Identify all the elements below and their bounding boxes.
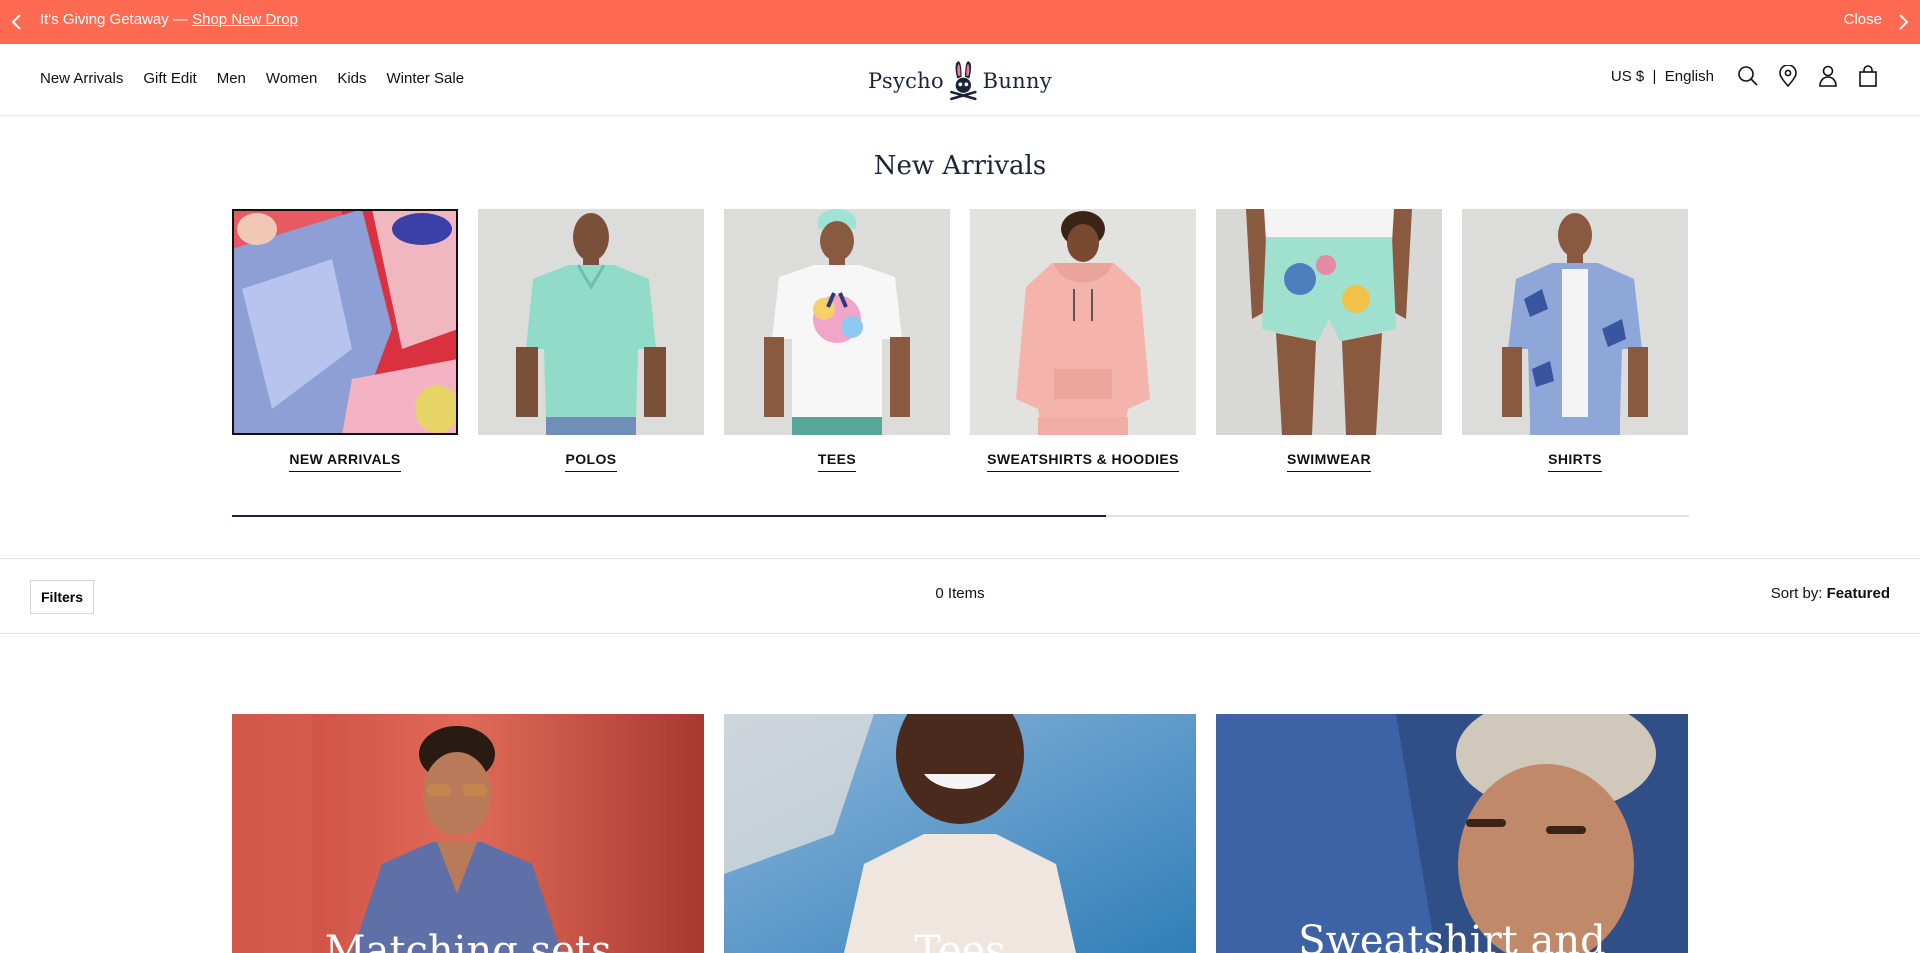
account-icon[interactable] — [1816, 64, 1840, 88]
chevron-right-icon[interactable] — [1892, 11, 1914, 33]
shop-new-drop-link[interactable]: Shop New Drop — [192, 11, 298, 28]
logo-text-left: Psycho — [868, 69, 944, 93]
bag-icon[interactable] — [1856, 64, 1880, 88]
currency-language-selector[interactable]: US $ | English — [1611, 68, 1714, 85]
page-title: New Arrivals — [873, 151, 1047, 181]
category-card-shirts[interactable]: SHIRTS — [1462, 209, 1688, 472]
items-count: 0 Items — [935, 585, 985, 602]
bunny-logo-icon — [950, 61, 977, 101]
announcement-bar: It's Giving Getaway — Shop New Drop Clos… — [0, 0, 1920, 44]
carousel-scrollbar[interactable] — [232, 515, 1689, 517]
announcement-close-button[interactable]: Close — [1844, 11, 1882, 28]
carousel-scrollbar-thumb[interactable] — [232, 515, 1107, 517]
category-image-sweatshirts-hoodies[interactable] — [970, 209, 1196, 435]
category-card-polos[interactable]: POLOS — [478, 209, 704, 472]
category-label[interactable]: POLOS — [565, 451, 617, 472]
nav-men[interactable]: Men — [217, 70, 246, 87]
search-icon[interactable] — [1736, 64, 1760, 88]
logo-text-right: Bunny — [982, 69, 1052, 93]
category-image-new-arrivals[interactable] — [232, 209, 458, 435]
nav-winter-sale[interactable]: Winter Sale — [387, 70, 465, 87]
category-card-tees[interactable]: TEES — [724, 209, 950, 472]
category-card-new-arrivals[interactable]: NEW ARRIVALS — [232, 209, 458, 472]
category-label[interactable]: TEES — [817, 451, 857, 472]
category-image-swimwear[interactable] — [1216, 209, 1442, 435]
feature-tile-tees[interactable]: Tees — [724, 714, 1196, 953]
feature-tile-matching-sets[interactable]: Matching sets — [232, 714, 704, 953]
site-logo[interactable]: Psycho Bunny — [868, 54, 1052, 108]
feature-tile-sweatshirt-and[interactable]: Sweatshirt and — [1216, 714, 1688, 953]
category-carousel: NEW ARRIVALS POLOS TEES SWEATSHIRTS & HO… — [232, 209, 1689, 479]
sort-dropdown[interactable]: Sort by: Featured — [1771, 585, 1890, 602]
category-card-sweatshirts-hoodies[interactable]: SWEATSHIRTS & HOODIES — [970, 209, 1196, 472]
announcement-message: It's Giving Getaway — Shop New Drop — [40, 10, 298, 30]
nav-kids[interactable]: Kids — [337, 70, 366, 87]
site-header: New Arrivals Gift Edit Men Women Kids Wi… — [0, 44, 1920, 116]
category-card-swimwear[interactable]: SWIMWEAR — [1216, 209, 1442, 472]
tile-title: Tees — [914, 928, 1006, 953]
category-label[interactable]: SWEATSHIRTS & HOODIES — [987, 451, 1179, 472]
tile-title: Matching sets — [324, 928, 612, 953]
location-icon[interactable] — [1776, 64, 1800, 88]
header-utilities: US $ | English — [1611, 64, 1880, 88]
category-image-polos[interactable] — [478, 209, 704, 435]
category-image-tees[interactable] — [724, 209, 950, 435]
nav-new-arrivals[interactable]: New Arrivals — [40, 70, 123, 87]
sort-value: Featured — [1826, 585, 1890, 602]
sort-label: Sort by: — [1770, 585, 1827, 602]
category-label[interactable]: SHIRTS — [1548, 451, 1602, 472]
tile-title: Sweatshirt and — [1298, 918, 1606, 953]
nav-gift-edit[interactable]: Gift Edit — [143, 70, 196, 87]
category-label[interactable]: NEW ARRIVALS — [289, 451, 401, 472]
main-nav: New Arrivals Gift Edit Men Women Kids Wi… — [40, 70, 464, 87]
nav-women[interactable]: Women — [266, 70, 317, 87]
announcement-text: It's Giving Getaway — — [40, 11, 193, 28]
category-label[interactable]: SWIMWEAR — [1286, 451, 1372, 472]
feature-tiles: Matching sets Tees Sweatshirt and — [232, 714, 1689, 953]
filter-bar: Filters 0 Items Sort by: Featured — [0, 558, 1920, 634]
category-image-shirts[interactable] — [1462, 209, 1688, 435]
chevron-left-icon[interactable] — [6, 11, 28, 33]
